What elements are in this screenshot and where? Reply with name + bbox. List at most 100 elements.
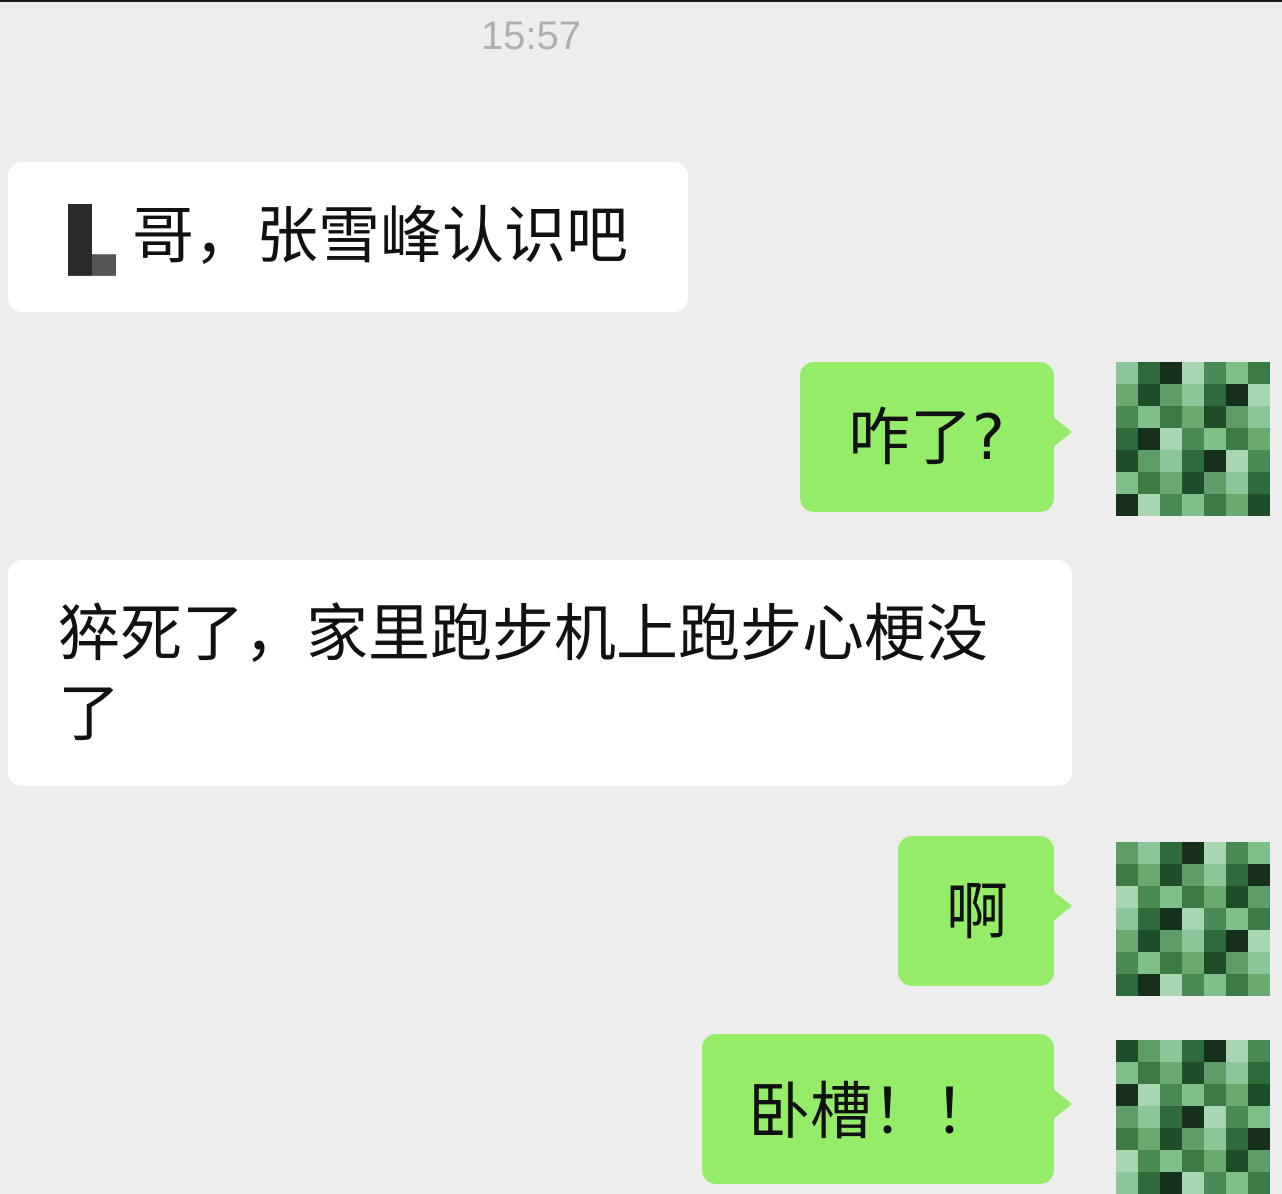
avatar-pixel [1182, 362, 1204, 384]
avatar-pixel [1138, 1128, 1160, 1150]
avatar-pixel [1160, 1172, 1182, 1194]
avatar-pixel [1204, 1040, 1226, 1062]
avatar-pixel [1116, 842, 1138, 864]
avatar-pixel [1204, 908, 1226, 930]
avatar-pixel [1138, 842, 1160, 864]
avatar-pixel [1182, 384, 1204, 406]
avatar-pixel [1248, 1150, 1270, 1172]
avatar-pixel [1226, 1040, 1248, 1062]
avatar-pixel [1248, 952, 1270, 974]
avatar-pixel [1226, 974, 1248, 996]
avatar-pixel [1248, 908, 1270, 930]
pixelated-avatar-icon[interactable] [1116, 362, 1270, 516]
avatar-pixel [1204, 842, 1226, 864]
avatar-pixel [1116, 908, 1138, 930]
avatar-pixel [1204, 1106, 1226, 1128]
avatar-pixel [1204, 974, 1226, 996]
avatar-pixel [1138, 886, 1160, 908]
incoming-message-3[interactable]: 猝死了，家里跑步机上跑步心梗没了 [8, 560, 1072, 786]
avatar-pixel [1138, 864, 1160, 886]
avatar-pixel [1160, 886, 1182, 908]
avatar-pixel [1248, 842, 1270, 864]
avatar-pixel [1248, 1172, 1270, 1194]
avatar-pixel [1116, 384, 1138, 406]
avatar-pixel [1182, 406, 1204, 428]
avatar-pixel [1160, 472, 1182, 494]
avatar-pixel [1116, 1084, 1138, 1106]
avatar-pixel [1182, 472, 1204, 494]
avatar-pixel [1116, 472, 1138, 494]
avatar-pixel [1182, 864, 1204, 886]
avatar-pixel [1248, 494, 1270, 516]
avatar-pixel [1248, 1084, 1270, 1106]
avatar-pixel [1138, 930, 1160, 952]
avatar-pixel [1138, 1084, 1160, 1106]
pixelated-avatar-icon[interactable] [1116, 1040, 1270, 1194]
avatar-pixel [1116, 1062, 1138, 1084]
avatar-pixel [1160, 974, 1182, 996]
incoming-message-1[interactable]: 哥，张雪峰认识吧 [8, 162, 688, 312]
outgoing-message-5[interactable]: 卧槽！！ [702, 1034, 1072, 1184]
message-text: 卧槽！！ [748, 1075, 997, 1148]
avatar-pixel [1204, 362, 1226, 384]
avatar-pixel [1226, 450, 1248, 472]
avatar-pixel [1116, 886, 1138, 908]
avatar-pixel [1204, 472, 1226, 494]
avatar-pixel [1138, 472, 1160, 494]
avatar-pixel [1248, 930, 1270, 952]
avatar-pixel [1204, 406, 1226, 428]
avatar-pixel [1160, 1128, 1182, 1150]
avatar-pixel [1182, 886, 1204, 908]
avatar-pixel [1226, 886, 1248, 908]
avatar-pixel [1182, 428, 1204, 450]
avatar-pixel [1248, 974, 1270, 996]
avatar-pixel [1160, 1040, 1182, 1062]
avatar-pixel [1204, 864, 1226, 886]
avatar-pixel [1116, 974, 1138, 996]
avatar-pixel [1226, 472, 1248, 494]
avatar-pixel [1226, 864, 1248, 886]
avatar-pixel [1138, 450, 1160, 472]
avatar-pixel [1248, 864, 1270, 886]
avatar-pixel [1116, 450, 1138, 472]
outgoing-message-4[interactable]: 啊 [898, 836, 1072, 986]
avatar-pixel [1138, 1106, 1160, 1128]
avatar-pixel [1116, 864, 1138, 886]
avatar-pixel [1116, 406, 1138, 428]
avatar-pixel [1138, 428, 1160, 450]
avatar-pixel [1160, 842, 1182, 864]
avatar-pixel [1204, 886, 1226, 908]
avatar-pixel [1138, 494, 1160, 516]
avatar-pixel [1160, 494, 1182, 516]
avatar-pixel [1138, 1150, 1160, 1172]
avatar-pixel [1116, 952, 1138, 974]
outgoing-message-2[interactable]: 咋了? [800, 362, 1072, 512]
avatar-pixel [1160, 428, 1182, 450]
avatar-pixel [1182, 974, 1204, 996]
avatar-pixel [1138, 406, 1160, 428]
avatar-pixel [1138, 1062, 1160, 1084]
avatar-pixel [1182, 1084, 1204, 1106]
message-text: 猝死了，家里跑步机上跑步心梗没了 [58, 597, 989, 750]
avatar-pixel [1248, 428, 1270, 450]
avatar-pixel [1248, 384, 1270, 406]
avatar-pixel [1138, 974, 1160, 996]
avatar-pixel [1248, 1106, 1270, 1128]
avatar-pixel [1182, 450, 1204, 472]
avatar-pixel [1226, 1106, 1248, 1128]
avatar-pixel [1182, 842, 1204, 864]
avatar-pixel [1248, 886, 1270, 908]
avatar-pixel [1204, 952, 1226, 974]
avatar-pixel [1248, 472, 1270, 494]
avatar-pixel [1182, 1172, 1204, 1194]
top-edge-line [0, 0, 1282, 2]
avatar-pixel [1182, 952, 1204, 974]
avatar-pixel [1226, 842, 1248, 864]
avatar-pixel [1116, 428, 1138, 450]
avatar-pixel [1160, 1106, 1182, 1128]
avatar-pixel [1160, 930, 1182, 952]
avatar-pixel [1226, 930, 1248, 952]
avatar-pixel [1182, 908, 1204, 930]
pixelated-avatar-icon[interactable] [1116, 842, 1270, 996]
avatar-pixel [1204, 1150, 1226, 1172]
